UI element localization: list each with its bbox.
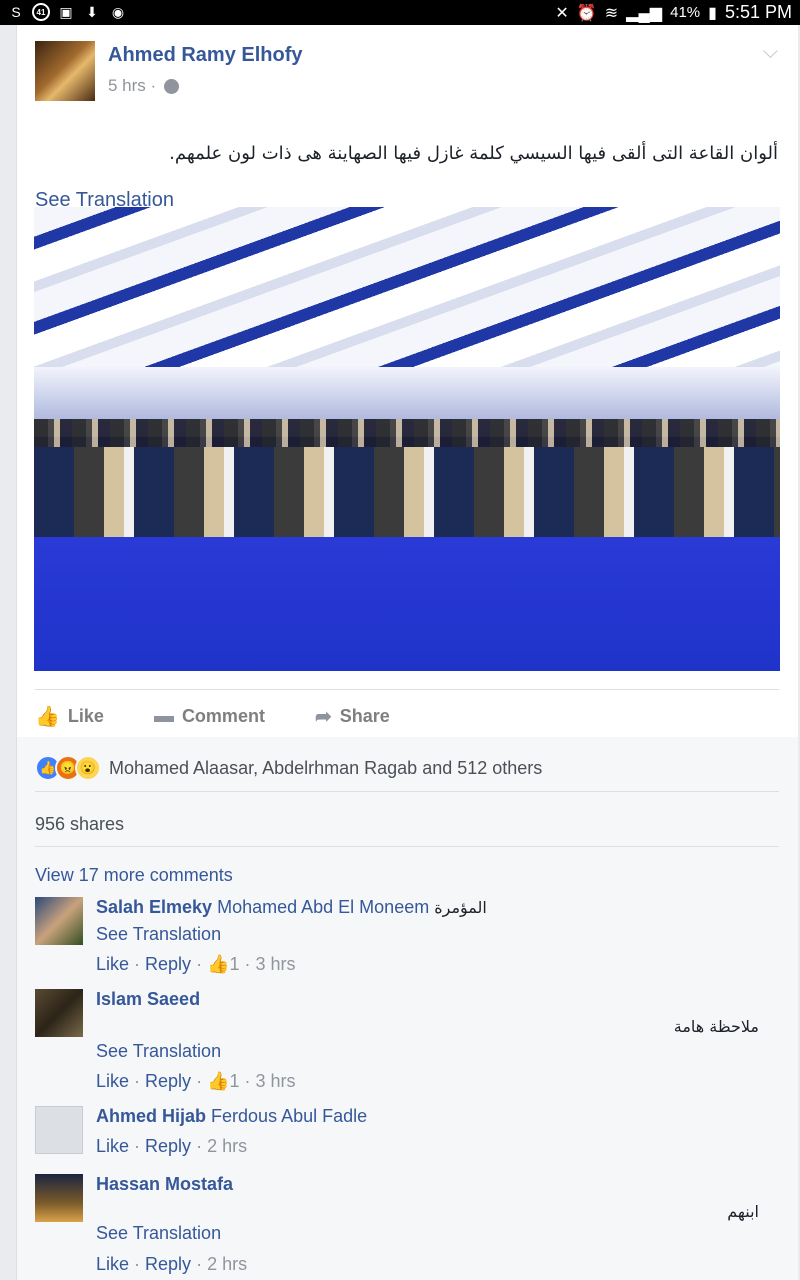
avatar[interactable] [35, 989, 83, 1037]
post-actions: 👍 Like ▬ Comment ➦ Share [35, 701, 779, 731]
see-translation-link[interactable]: See Translation [96, 1041, 221, 1062]
comment-text: ابنهم [727, 1202, 759, 1221]
messenger-icon: ◉ [111, 3, 125, 20]
like-button[interactable]: 👍 Like [35, 701, 104, 731]
download-icon: ⬇ [86, 3, 98, 20]
wifi-icon: ≋ [604, 4, 619, 22]
comment-tag[interactable]: Mohamed Abd El Moneem [217, 897, 429, 917]
comment-like-button[interactable]: Like [96, 1254, 129, 1274]
photo-ceiling [34, 207, 780, 387]
share-label: Share [339, 705, 390, 726]
comment-time: 2 hrs [207, 1136, 248, 1156]
comment: Islam Saeed ملاحظة هامة See Translation … [35, 989, 779, 1099]
globe-icon [164, 78, 180, 94]
alarm-icon: ⏰ [576, 4, 597, 22]
thumbs-up-icon: 👍 [207, 954, 230, 974]
comment-like-count: 1 [229, 1071, 240, 1091]
comment-time: 2 hrs [207, 1254, 248, 1274]
clock: 5:51 PM [724, 2, 792, 22]
comment-actions: Like · Reply · 👍1 · 3 hrs [96, 1071, 296, 1091]
wow-reaction-icon: 😮 [75, 755, 101, 781]
shares-count[interactable]: 956 shares [35, 814, 124, 835]
comment-reply-button[interactable]: Reply [145, 1254, 191, 1274]
share-icon: ➦ [314, 705, 332, 728]
photo-floor [34, 537, 780, 671]
share-button[interactable]: ➦ Share [315, 701, 390, 731]
view-more-comments[interactable]: View 17 more comments [35, 865, 233, 886]
signal-icon: ▂▄▆ [626, 4, 663, 22]
comment-author[interactable]: Ahmed Hijab [96, 1106, 206, 1126]
thumbs-up-icon: 👍 [35, 705, 60, 728]
avatar[interactable] [35, 897, 83, 945]
avatar[interactable] [35, 1174, 83, 1222]
skype-icon: S [11, 4, 21, 20]
notification-count-icon: 41 [32, 3, 50, 21]
comment-author[interactable]: Islam Saeed [96, 989, 200, 1010]
divider [35, 689, 779, 690]
divider [35, 846, 779, 847]
see-translation-link[interactable]: See Translation [96, 1223, 221, 1244]
post-meta: 5 hrs · [108, 76, 180, 96]
comment-actions: Like · Reply · 2 hrs [96, 1254, 248, 1274]
battery-icon: ▮ [708, 4, 717, 22]
comment: Salah Elmeky Mohamed Abd El Moneem المؤم… [35, 897, 779, 987]
comment-actions: Like · Reply · 2 hrs [96, 1136, 248, 1156]
comment-like-button[interactable]: Like [96, 1071, 129, 1091]
avatar[interactable] [35, 1106, 83, 1154]
comment-time: 3 hrs [255, 954, 296, 974]
comment-like-button[interactable]: Like [96, 954, 129, 974]
post-author[interactable]: Ahmed Ramy Elhofy [108, 44, 302, 67]
comment-author[interactable]: Salah Elmeky [96, 897, 212, 917]
post-card: Ahmed Ramy Elhofy 5 hrs · ⌵ ألوان القاعة… [16, 25, 798, 737]
author-avatar[interactable] [35, 41, 95, 101]
feedback-section: 👍 😠 😮 Mohamed Alaasar, Abdelrhman Ragab … [16, 737, 798, 1280]
mute-icon: ✕ [555, 4, 569, 22]
comment-label: Comment [181, 705, 265, 726]
comment: Ahmed Hijab Ferdous Abul Fadle Like · Re… [35, 1106, 779, 1166]
comment-text: المؤمرة [434, 898, 487, 917]
battery-percent: 41% [670, 4, 701, 21]
post-photo[interactable] [34, 207, 780, 671]
comment-reply-button[interactable]: Reply [145, 954, 191, 974]
comment-like-count: 1 [229, 954, 240, 974]
reactions-summary[interactable]: 👍 😠 😮 Mohamed Alaasar, Abdelrhman Ragab … [35, 755, 542, 781]
thumbs-up-icon: 👍 [207, 1071, 230, 1091]
comment-tag[interactable]: Ferdous Abul Fadle [211, 1106, 367, 1126]
comment-text: ملاحظة هامة [673, 1017, 759, 1036]
photo-front-row [34, 447, 780, 547]
comment-reply-button[interactable]: Reply [145, 1136, 191, 1156]
status-left-icons: S 41 ▣ ⬇ ◉ [6, 3, 128, 21]
post-text: ألوان القاعة التى ألقى فيها السيسي كلمة … [169, 143, 778, 164]
comment-author-line: Ahmed Hijab Ferdous Abul Fadle [96, 1106, 367, 1127]
comment-time: 3 hrs [255, 1071, 296, 1091]
gallery-icon: ▣ [59, 3, 73, 20]
comment-button[interactable]: ▬ Comment [154, 701, 265, 731]
chevron-down-icon[interactable]: ⌵ [763, 41, 778, 64]
like-label: Like [67, 705, 104, 726]
comment-actions: Like · Reply · 👍1 · 3 hrs [96, 954, 296, 974]
comment-like-button[interactable]: Like [96, 1136, 129, 1156]
comment-reply-button[interactable]: Reply [145, 1071, 191, 1091]
post-time[interactable]: 5 hrs · [108, 76, 156, 96]
see-translation-link[interactable]: See Translation [96, 924, 221, 945]
comment-author[interactable]: Hassan Mostafa [96, 1174, 233, 1195]
reactions-text: Mohamed Alaasar, Abdelrhman Ragab and 51… [109, 757, 543, 778]
status-right-icons: ✕ ⏰ ≋ ▂▄▆ 41% ▮ 5:51 PM [555, 2, 792, 23]
comment-icon: ▬ [153, 704, 174, 727]
comment-author-line: Salah Elmeky Mohamed Abd El Moneem المؤم… [96, 897, 487, 918]
comment: Hassan Mostafa ابنهم See Translation Lik… [35, 1174, 779, 1280]
status-bar: S 41 ▣ ⬇ ◉ ✕ ⏰ ≋ ▂▄▆ 41% ▮ 5:51 PM [0, 0, 800, 25]
divider [35, 791, 779, 792]
